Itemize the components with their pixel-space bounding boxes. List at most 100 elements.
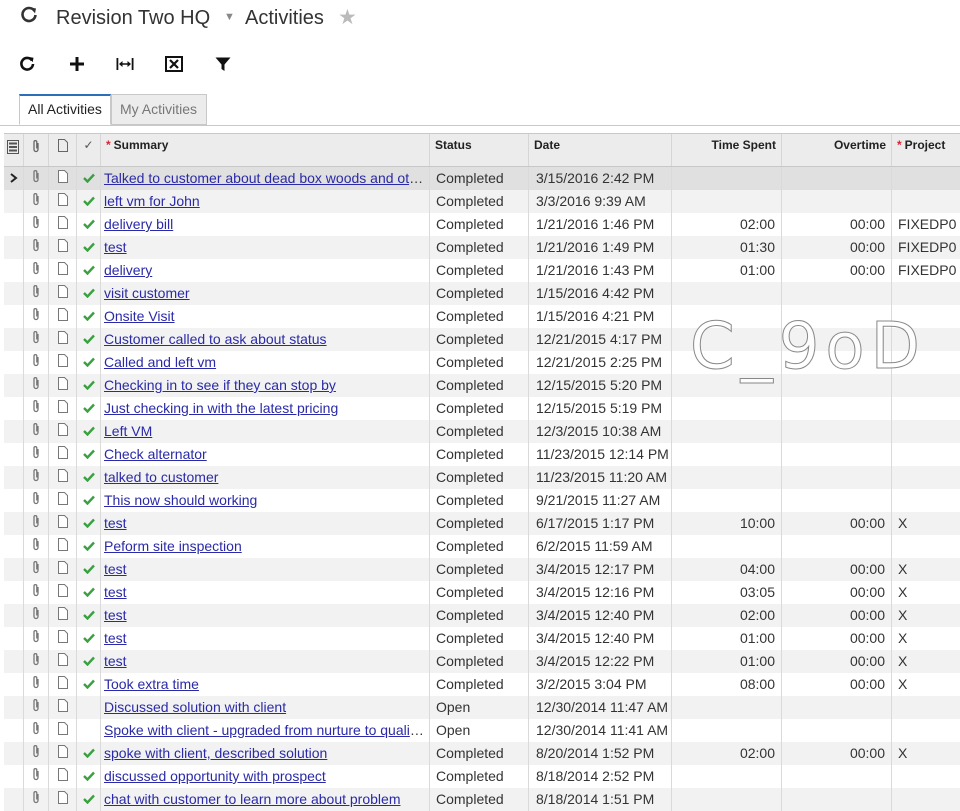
note-cell[interactable]	[49, 489, 77, 512]
attachment-cell[interactable]	[24, 696, 49, 719]
summary-cell[interactable]: Just checking in with the latest pricing	[101, 397, 430, 420]
row-selector[interactable]	[4, 466, 24, 489]
summary-link[interactable]: Left VM	[104, 423, 152, 439]
table-row[interactable]: spoke with client, described solution Com…	[4, 742, 960, 765]
attachment-cell[interactable]	[24, 213, 49, 236]
attachment-cell[interactable]	[24, 558, 49, 581]
fit-width-button[interactable]	[112, 50, 138, 78]
attachment-cell[interactable]	[24, 512, 49, 535]
note-cell[interactable]	[49, 535, 77, 558]
summary-cell[interactable]: Check alternator	[101, 443, 430, 466]
summary-cell[interactable]: Took extra time	[101, 673, 430, 696]
table-row[interactable]: Discussed solution with client Open 12/30/…	[4, 696, 960, 719]
row-selector[interactable]	[4, 719, 24, 742]
summary-cell[interactable]: test	[101, 581, 430, 604]
summary-link[interactable]: test	[104, 515, 127, 531]
summary-link[interactable]: test	[104, 607, 127, 623]
summary-link[interactable]: delivery bill	[104, 216, 173, 232]
summary-link[interactable]: spoke with client, described solution	[104, 745, 327, 761]
note-cell[interactable]	[49, 213, 77, 236]
summary-link[interactable]: Peform site inspection	[104, 538, 242, 554]
completed-cell[interactable]	[77, 236, 101, 259]
attachment-cell[interactable]	[24, 282, 49, 305]
attachment-cell[interactable]	[24, 374, 49, 397]
row-selector[interactable]	[4, 351, 24, 374]
summary-link[interactable]: Customer called to ask about status	[104, 331, 327, 347]
row-selector[interactable]	[4, 604, 24, 627]
summary-cell[interactable]: Customer called to ask about status	[101, 328, 430, 351]
completed-cell[interactable]	[77, 466, 101, 489]
completed-cell[interactable]	[77, 742, 101, 765]
row-selector[interactable]	[4, 167, 24, 190]
summary-link[interactable]: discussed opportunity with prospect	[104, 768, 326, 784]
row-selector[interactable]	[4, 696, 24, 719]
note-cell[interactable]	[49, 696, 77, 719]
summary-cell[interactable]: discussed opportunity with prospect	[101, 765, 430, 788]
table-row[interactable]: test Completed 3/4/2015 12:22 PM 01:00 00:00…	[4, 650, 960, 673]
attachment-cell[interactable]	[24, 742, 49, 765]
summary-cell[interactable]: delivery	[101, 259, 430, 282]
note-cell[interactable]	[49, 351, 77, 374]
completed-cell[interactable]	[77, 374, 101, 397]
table-row[interactable]: Talked to customer about dead box woods …	[4, 167, 960, 190]
summary-link[interactable]: visit customer	[104, 285, 190, 301]
star-icon[interactable]: ★	[338, 5, 357, 30]
row-selector[interactable]	[4, 213, 24, 236]
caret-down-icon[interactable]: ▼	[224, 11, 235, 23]
completed-cell[interactable]	[77, 167, 101, 190]
completed-cell[interactable]	[77, 190, 101, 213]
note-cell[interactable]	[49, 190, 77, 213]
completed-cell[interactable]	[77, 443, 101, 466]
attachment-cell[interactable]	[24, 627, 49, 650]
attachment-cell[interactable]	[24, 673, 49, 696]
summary-link[interactable]: This now should working	[104, 492, 257, 508]
summary-cell[interactable]: test	[101, 236, 430, 259]
table-row[interactable]: talked to customer Completed 11/23/2015 11…	[4, 466, 960, 489]
summary-cell[interactable]: test	[101, 558, 430, 581]
row-selector[interactable]	[4, 765, 24, 788]
note-cell[interactable]	[49, 604, 77, 627]
refresh-button[interactable]	[14, 50, 40, 78]
table-row[interactable]: visit customer Completed 1/15/2016 4:42 PM	[4, 282, 960, 305]
completed-cell[interactable]	[77, 351, 101, 374]
completed-cell[interactable]	[77, 581, 101, 604]
table-row[interactable]: test Completed 3/4/2015 12:40 PM 01:00 00:00…	[4, 627, 960, 650]
completed-cell[interactable]	[77, 604, 101, 627]
summary-cell[interactable]: Talked to customer about dead box woods …	[101, 167, 430, 190]
table-row[interactable]: Peform site inspection Completed 6/2/2015 …	[4, 535, 960, 558]
summary-link[interactable]: Talked to customer about dead box woods …	[104, 170, 429, 186]
row-selector[interactable]	[4, 420, 24, 443]
attachment-cell[interactable]	[24, 765, 49, 788]
summary-column-header[interactable]: * Summary	[101, 134, 430, 166]
summary-cell[interactable]: Peform site inspection	[101, 535, 430, 558]
row-selector[interactable]	[4, 374, 24, 397]
table-row[interactable]: Called and left vm Completed 12/21/2015 2:…	[4, 351, 960, 374]
note-cell[interactable]	[49, 742, 77, 765]
attachment-cell[interactable]	[24, 604, 49, 627]
summary-link[interactable]: Checking in to see if they can stop by	[104, 377, 336, 393]
attachment-cell[interactable]	[24, 466, 49, 489]
completed-column-header[interactable]: ✓	[77, 134, 101, 166]
note-cell[interactable]	[49, 581, 77, 604]
note-cell[interactable]	[49, 167, 77, 190]
summary-cell[interactable]: Left VM	[101, 420, 430, 443]
attachment-cell[interactable]	[24, 167, 49, 190]
summary-link[interactable]: test	[104, 239, 127, 255]
summary-cell[interactable]: test	[101, 604, 430, 627]
completed-cell[interactable]	[77, 558, 101, 581]
note-cell[interactable]	[49, 397, 77, 420]
attachments-column-header[interactable]	[24, 134, 49, 166]
attachment-cell[interactable]	[24, 236, 49, 259]
summary-cell[interactable]: Discussed solution with client	[101, 696, 430, 719]
summary-link[interactable]: chat with customer to learn more about p…	[104, 791, 400, 807]
note-cell[interactable]	[49, 466, 77, 489]
filter-button[interactable]	[210, 50, 236, 78]
summary-link[interactable]: test	[104, 630, 127, 646]
completed-cell[interactable]	[77, 650, 101, 673]
tab-all-activities[interactable]: All Activities	[19, 94, 111, 125]
table-row[interactable]: test Completed 1/21/2016 1:49 PM 01:30 00:00…	[4, 236, 960, 259]
attachment-cell[interactable]	[24, 397, 49, 420]
table-row[interactable]: Onsite Visit Completed 1/15/2016 4:21 PM	[4, 305, 960, 328]
attachment-cell[interactable]	[24, 351, 49, 374]
table-row[interactable]: Check alternator Completed 11/23/2015 12:1…	[4, 443, 960, 466]
